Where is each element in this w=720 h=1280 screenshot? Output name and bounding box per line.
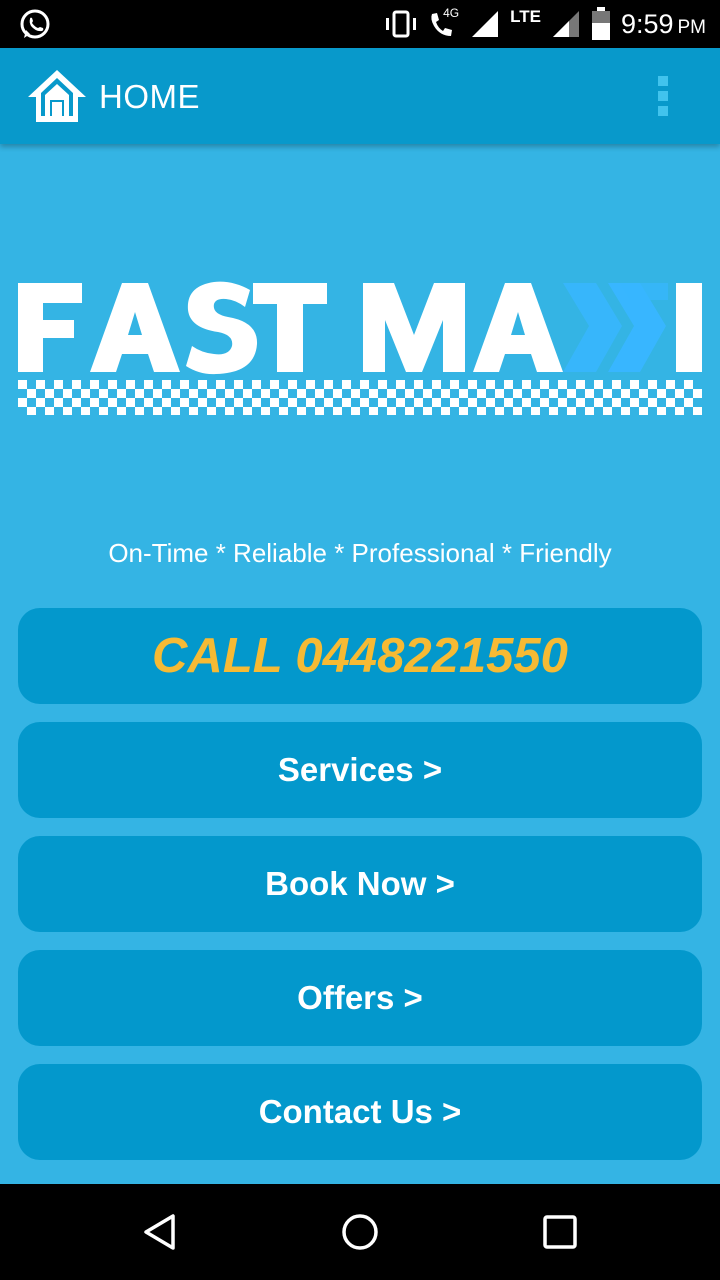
network-type: LTE	[510, 7, 541, 26]
battery-icon	[591, 7, 610, 40]
clock: 9:59 PM	[621, 9, 706, 40]
services-button[interactable]: Services >	[18, 722, 702, 818]
app-bar: HOME	[0, 48, 720, 144]
home-icon[interactable]	[24, 64, 90, 124]
overflow-menu-icon[interactable]	[648, 72, 678, 120]
book-now-button[interactable]: Book Now >	[18, 836, 702, 932]
call-button[interactable]: CALL 0448221550	[18, 608, 702, 704]
status-right: 4G LTE 9:59 PM	[384, 0, 706, 48]
checkered-band	[18, 380, 702, 415]
status-bar: 4G LTE 9:59 PM	[0, 0, 720, 48]
tagline: On-Time * Reliable * Professional * Frie…	[108, 538, 612, 568]
recents-icon[interactable]	[542, 1214, 578, 1250]
navigation-bar	[0, 1184, 720, 1280]
time: 9:59	[620, 8, 674, 39]
signal-icon	[552, 11, 579, 37]
contact-us-button[interactable]: Contact Us >	[18, 1064, 702, 1160]
page-title: HOME	[99, 78, 200, 115]
ampm: PM	[677, 16, 707, 38]
whatsapp-icon	[20, 9, 50, 39]
offers-button[interactable]: Offers >	[18, 950, 702, 1046]
network-tag: 4G	[443, 6, 460, 20]
home-circle-icon[interactable]	[340, 1212, 380, 1252]
fast-maxi-logo	[18, 281, 702, 415]
volte-call: 4G	[428, 6, 460, 40]
signal-icon	[472, 11, 499, 37]
back-icon[interactable]	[140, 1212, 180, 1252]
vibrate-icon	[386, 10, 417, 38]
